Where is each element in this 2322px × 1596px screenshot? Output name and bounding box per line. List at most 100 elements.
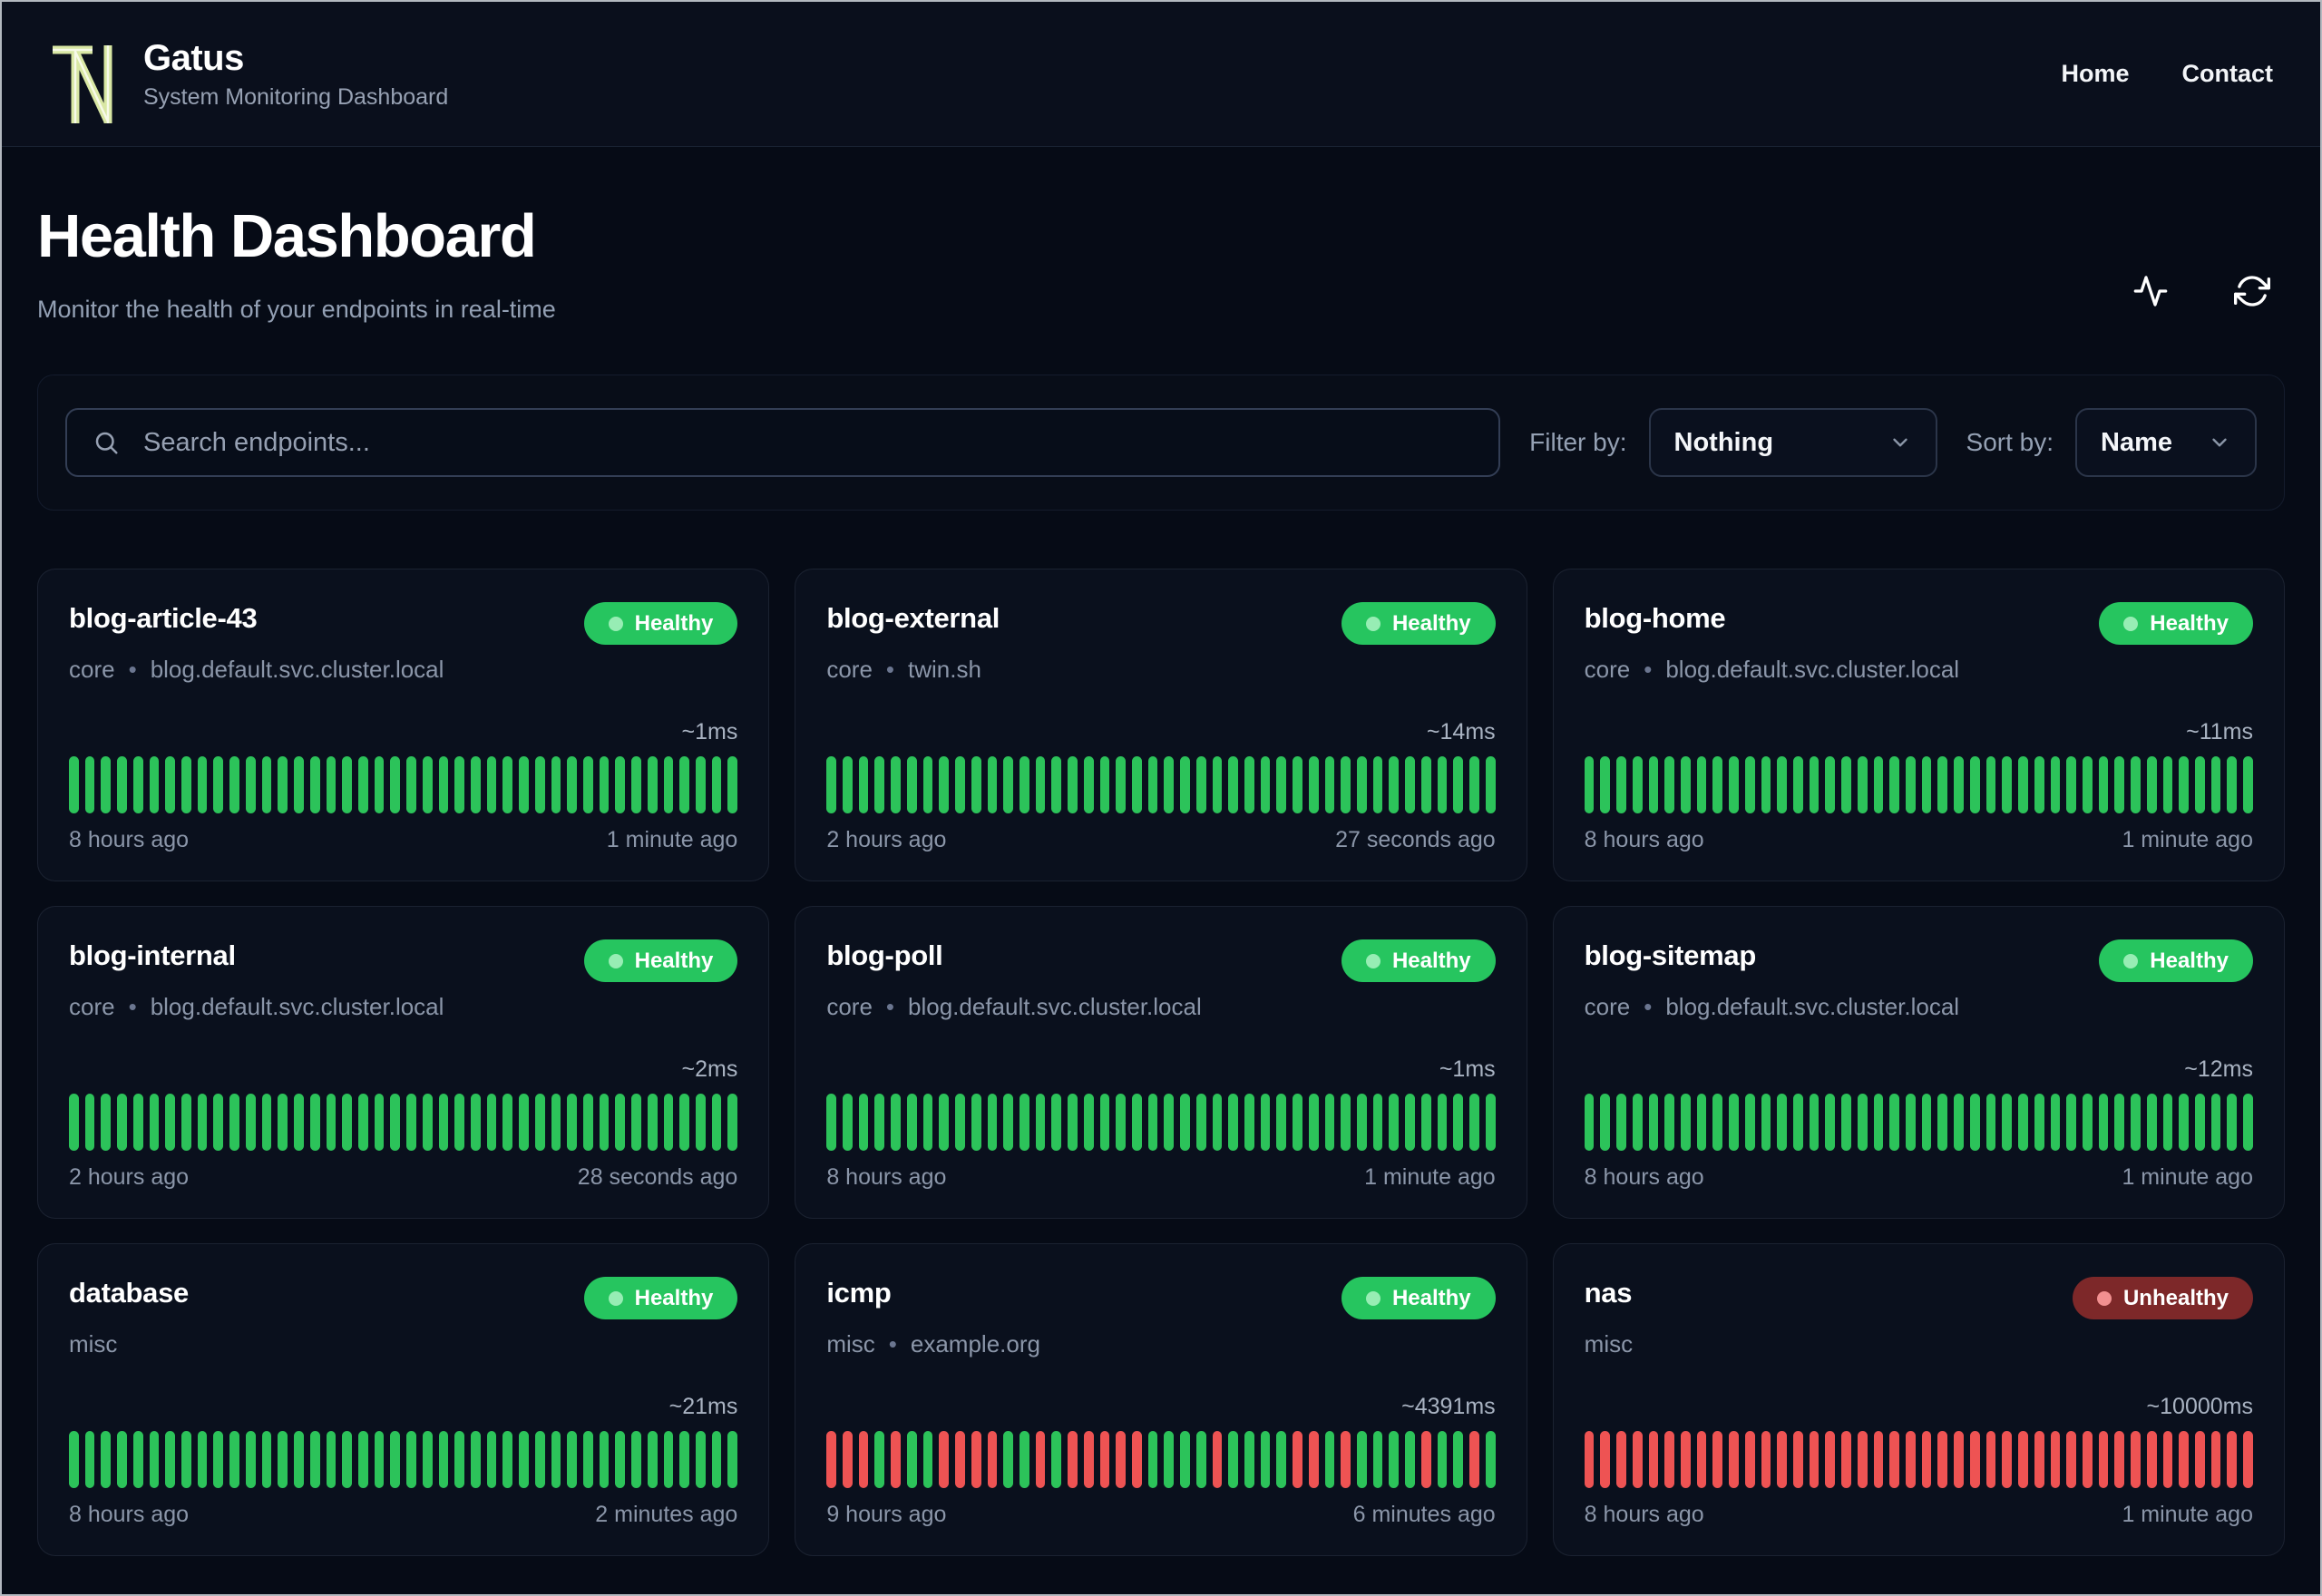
uptime-bar[interactable] xyxy=(117,756,127,814)
uptime-bar[interactable] xyxy=(696,756,706,814)
uptime-bar[interactable] xyxy=(891,1094,901,1152)
uptime-bar[interactable] xyxy=(1969,1431,1980,1489)
uptime-bar[interactable] xyxy=(1357,1431,1367,1489)
uptime-bar[interactable] xyxy=(117,1094,127,1152)
uptime-bar[interactable] xyxy=(1244,1094,1254,1152)
uptime-bar[interactable] xyxy=(69,1431,79,1489)
uptime-bar[interactable] xyxy=(1164,756,1175,814)
uptime-bar[interactable] xyxy=(84,1094,95,1152)
uptime-bar[interactable] xyxy=(843,1431,853,1489)
uptime-bar[interactable] xyxy=(663,1094,674,1152)
uptime-bar[interactable] xyxy=(326,1431,337,1489)
uptime-bar[interactable] xyxy=(1857,756,1868,814)
uptime-bar[interactable] xyxy=(1308,1431,1319,1489)
uptime-bar[interactable] xyxy=(922,1431,933,1489)
uptime-bar[interactable] xyxy=(213,1431,224,1489)
uptime-bar[interactable] xyxy=(1729,1094,1739,1152)
uptime-bar[interactable] xyxy=(1228,1094,1239,1152)
uptime-bar[interactable] xyxy=(1293,1431,1302,1489)
uptime-bar[interactable] xyxy=(1954,1431,1964,1489)
uptime-bar[interactable] xyxy=(922,756,933,814)
uptime-bar[interactable] xyxy=(2098,1094,2109,1152)
uptime-bar[interactable] xyxy=(711,756,722,814)
uptime-bar[interactable] xyxy=(357,1094,368,1152)
uptime-bar[interactable] xyxy=(987,756,998,814)
uptime-bar[interactable] xyxy=(826,756,837,814)
uptime-bar[interactable] xyxy=(1906,1094,1916,1152)
uptime-bar[interactable] xyxy=(1357,1094,1367,1152)
uptime-bar[interactable] xyxy=(696,1094,706,1152)
uptime-bar[interactable] xyxy=(309,1094,320,1152)
uptime-bar[interactable] xyxy=(2131,1431,2141,1489)
uptime-bar[interactable] xyxy=(1632,1431,1643,1489)
uptime-bar[interactable] xyxy=(2034,1431,2044,1489)
uptime-bar[interactable] xyxy=(2194,1431,2205,1489)
activity-icon[interactable] xyxy=(2132,273,2169,309)
uptime-bar[interactable] xyxy=(2018,1094,2028,1152)
uptime-bar[interactable] xyxy=(1372,756,1383,814)
uptime-bar[interactable] xyxy=(1003,756,1013,814)
uptime-bar[interactable] xyxy=(2002,1431,2013,1489)
uptime-bar[interactable] xyxy=(229,1431,239,1489)
uptime-bar[interactable] xyxy=(843,756,853,814)
uptime-bar[interactable] xyxy=(2179,1094,2189,1152)
uptime-bar[interactable] xyxy=(342,1431,352,1489)
uptime-bar[interactable] xyxy=(1276,756,1287,814)
uptime-bar[interactable] xyxy=(165,1094,176,1152)
uptime-bar[interactable] xyxy=(101,1431,112,1489)
uptime-bar[interactable] xyxy=(647,756,658,814)
uptime-bar[interactable] xyxy=(2034,756,2044,814)
uptime-bar[interactable] xyxy=(1389,1431,1400,1489)
uptime-bar[interactable] xyxy=(229,1094,239,1152)
uptime-bar[interactable] xyxy=(1469,1431,1479,1489)
uptime-bar[interactable] xyxy=(1260,1431,1271,1489)
uptime-bar[interactable] xyxy=(1809,1094,1820,1152)
uptime-bar[interactable] xyxy=(1985,1094,1996,1152)
endpoint-card[interactable]: blog-home Healthy core • blog.default.sv… xyxy=(1552,569,2285,882)
uptime-bar[interactable] xyxy=(1921,1431,1932,1489)
uptime-bar[interactable] xyxy=(2114,756,2125,814)
uptime-bar[interactable] xyxy=(939,1431,950,1489)
uptime-bar[interactable] xyxy=(2179,756,2189,814)
uptime-bar[interactable] xyxy=(2114,1431,2125,1489)
uptime-bar[interactable] xyxy=(583,756,593,814)
uptime-bar[interactable] xyxy=(1825,1431,1836,1489)
uptime-bar[interactable] xyxy=(1744,1431,1755,1489)
uptime-bar[interactable] xyxy=(1921,756,1932,814)
uptime-bar[interactable] xyxy=(84,756,95,814)
uptime-bar[interactable] xyxy=(2002,1094,2013,1152)
uptime-bar[interactable] xyxy=(84,1431,95,1489)
uptime-bar[interactable] xyxy=(390,1094,401,1152)
uptime-bar[interactable] xyxy=(727,1431,738,1489)
uptime-bar[interactable] xyxy=(1921,1094,1932,1152)
uptime-bar[interactable] xyxy=(374,756,385,814)
uptime-bar[interactable] xyxy=(1969,1094,1980,1152)
uptime-bar[interactable] xyxy=(357,1431,368,1489)
uptime-bar[interactable] xyxy=(2066,1094,2076,1152)
uptime-bar[interactable] xyxy=(1180,1094,1190,1152)
uptime-bar[interactable] xyxy=(551,756,561,814)
uptime-bar[interactable] xyxy=(1777,756,1787,814)
uptime-bar[interactable] xyxy=(1116,756,1126,814)
uptime-bar[interactable] xyxy=(2194,756,2205,814)
uptime-bar[interactable] xyxy=(1405,1431,1415,1489)
uptime-bar[interactable] xyxy=(2018,756,2028,814)
uptime-bar[interactable] xyxy=(165,1431,176,1489)
uptime-bar[interactable] xyxy=(1131,756,1142,814)
uptime-bar[interactable] xyxy=(454,1431,464,1489)
uptime-bar[interactable] xyxy=(874,756,885,814)
uptime-bar[interactable] xyxy=(534,1431,545,1489)
uptime-bar[interactable] xyxy=(1616,756,1626,814)
uptime-bar[interactable] xyxy=(519,1431,529,1489)
uptime-bar[interactable] xyxy=(1825,1094,1836,1152)
uptime-bar[interactable] xyxy=(181,1094,191,1152)
uptime-bar[interactable] xyxy=(1276,1094,1287,1152)
uptime-bar[interactable] xyxy=(2050,756,2061,814)
uptime-bar[interactable] xyxy=(1437,756,1448,814)
uptime-bar[interactable] xyxy=(1308,756,1319,814)
uptime-bar[interactable] xyxy=(1051,756,1062,814)
uptime-bar[interactable] xyxy=(826,1094,837,1152)
endpoint-card[interactable]: database Healthy misc ~21ms 8 hours ago … xyxy=(37,1243,770,1557)
uptime-bar[interactable] xyxy=(486,756,497,814)
uptime-bar[interactable] xyxy=(826,1431,837,1489)
